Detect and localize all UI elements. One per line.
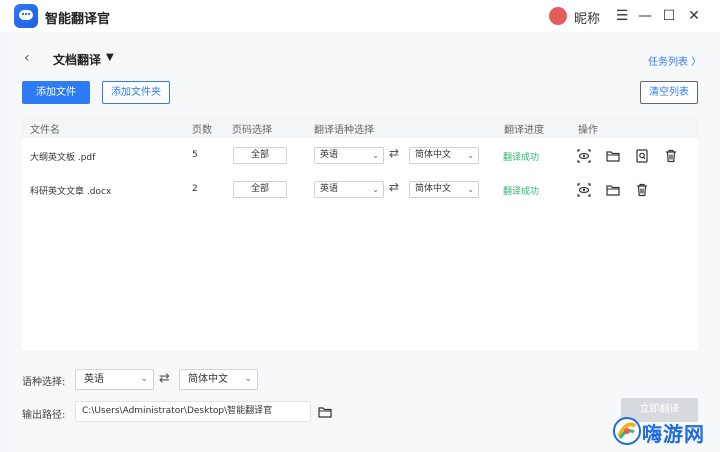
file-table: 文件名 页数 页码选择 翻译语种选择 翻译进度 操作 大纲英文板 .pdf 5 … bbox=[22, 116, 698, 351]
menu-icon[interactable]: ☰ bbox=[612, 6, 632, 26]
close-icon[interactable]: ✕ bbox=[684, 6, 704, 26]
file-name: 科研英文文章 .docx bbox=[30, 187, 112, 197]
table-row[interactable]: 大纲英文板 .pdf 5 全部 英语 ⌄ ⇄ 简体中文 ⌄ 翻译成功 bbox=[22, 139, 698, 173]
minimize-icon[interactable]: — bbox=[635, 6, 655, 26]
file-name: 大纲英文板 .pdf bbox=[30, 153, 96, 163]
page-count: 2 bbox=[192, 184, 198, 194]
column-header-language: 翻译语种选择 bbox=[314, 125, 374, 136]
target-language-value: 简体中文 bbox=[415, 184, 452, 194]
bottom-target-language-value: 简体中文 bbox=[188, 374, 228, 385]
caret-down-icon[interactable]: ▼ bbox=[106, 52, 114, 63]
column-header-filename: 文件名 bbox=[30, 125, 60, 136]
page-title: 文档翻译 bbox=[53, 53, 102, 67]
bottom-source-language-value: 英语 bbox=[84, 374, 104, 385]
nickname[interactable]: 昵称 bbox=[574, 8, 600, 27]
task-list-link[interactable]: 任务列表 〉 bbox=[648, 53, 701, 68]
column-header-actions: 操作 bbox=[578, 125, 598, 136]
trash-icon[interactable] bbox=[663, 148, 679, 164]
target-language-value: 简体中文 bbox=[415, 150, 452, 160]
language-label: 语种选择: bbox=[22, 377, 66, 388]
source-language-value: 英语 bbox=[320, 184, 339, 194]
table-row[interactable]: 科研英文文章 .docx 2 全部 英语 ⌄ ⇄ 简体中文 ⌄ 翻译成功 bbox=[22, 173, 698, 207]
source-language-select[interactable]: 英语 ⌄ bbox=[314, 147, 384, 164]
watermark-text: 嗨游网 bbox=[642, 422, 705, 446]
target-language-select[interactable]: 简体中文 ⌄ bbox=[409, 181, 479, 198]
chevron-down-icon: ⌄ bbox=[372, 185, 379, 194]
column-header-page-select: 页码选择 bbox=[232, 125, 272, 136]
page-select-button[interactable]: 全部 bbox=[233, 147, 287, 164]
chevron-down-icon: ⌄ bbox=[372, 151, 379, 160]
add-folder-button[interactable]: 添加文件夹 bbox=[102, 81, 170, 104]
swap-icon[interactable]: ⇄ bbox=[389, 146, 399, 160]
source-language-select[interactable]: 英语 ⌄ bbox=[314, 181, 384, 198]
app-title: 智能翻译官 bbox=[45, 12, 111, 27]
page-count: 5 bbox=[192, 150, 198, 160]
chevron-down-icon: ⌄ bbox=[467, 151, 474, 160]
chevron-down-icon: ⌄ bbox=[244, 374, 252, 384]
browse-folder-icon[interactable] bbox=[317, 404, 333, 420]
avatar[interactable] bbox=[549, 7, 567, 25]
status-text: 翻译成功 bbox=[503, 187, 540, 197]
watermark-logo-icon bbox=[613, 417, 641, 445]
column-header-progress: 翻译进度 bbox=[504, 125, 544, 136]
preview-eye-icon[interactable] bbox=[576, 148, 592, 164]
add-file-button[interactable]: 添加文件 bbox=[22, 81, 90, 104]
source-language-value: 英语 bbox=[320, 150, 339, 160]
column-header-pages: 页数 bbox=[192, 125, 212, 136]
chevron-down-icon: ⌄ bbox=[467, 185, 474, 194]
table-header: 文件名 页数 页码选择 翻译语种选择 翻译进度 操作 bbox=[22, 116, 698, 138]
output-path-input[interactable]: C:\Users\Administrator\Desktop\智能翻译官 bbox=[75, 401, 311, 422]
target-language-select[interactable]: 简体中文 ⌄ bbox=[409, 147, 479, 164]
title-bar: 智能翻译官 昵称 ☰ — ☐ ✕ bbox=[0, 0, 720, 32]
back-arrow-icon[interactable]: ‹ bbox=[24, 50, 30, 66]
preview-eye-icon[interactable] bbox=[576, 182, 592, 198]
swap-icon[interactable]: ⇄ bbox=[389, 180, 399, 194]
page-select-button[interactable]: 全部 bbox=[233, 181, 287, 198]
chevron-down-icon: ⌄ bbox=[140, 374, 148, 384]
watermark: 嗨游网 bbox=[612, 414, 716, 448]
status-text: 翻译成功 bbox=[503, 153, 540, 163]
search-file-icon[interactable] bbox=[634, 148, 650, 164]
output-path-label: 输出路径: bbox=[22, 410, 66, 421]
trash-icon[interactable] bbox=[634, 182, 650, 198]
folder-icon[interactable] bbox=[605, 148, 621, 164]
swap-icon[interactable]: ⇄ bbox=[159, 371, 170, 386]
maximize-icon[interactable]: ☐ bbox=[659, 6, 679, 26]
bottom-target-language-select[interactable]: 简体中文 ⌄ bbox=[179, 369, 258, 390]
app-logo-icon bbox=[14, 4, 38, 28]
folder-icon[interactable] bbox=[605, 182, 621, 198]
bottom-source-language-select[interactable]: 英语 ⌄ bbox=[75, 369, 154, 390]
clear-list-button[interactable]: 清空列表 bbox=[640, 81, 698, 104]
